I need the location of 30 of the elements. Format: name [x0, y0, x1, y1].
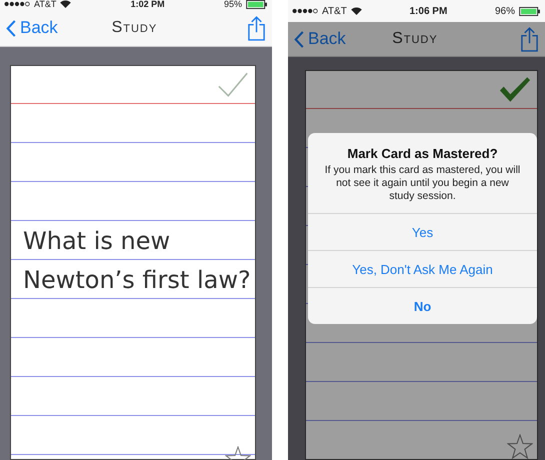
battery-percent: 96% [494, 6, 515, 16]
battery-percent: 95% [224, 0, 242, 9]
back-button[interactable]: Back [290, 29, 350, 49]
question-text: Newton’s first law? [23, 265, 252, 296]
share-icon[interactable] [247, 16, 266, 40]
screen-title: Study [110, 19, 158, 37]
back-button[interactable]: Back [2, 18, 62, 38]
screen-title: Study [391, 30, 439, 48]
alert-button[interactable]: Yes [308, 213, 537, 250]
star-icon[interactable] [507, 434, 533, 459]
chevron-left-icon [6, 20, 16, 36]
carrier-name: AT&T [34, 0, 56, 9]
question-text: What is new [23, 226, 172, 257]
battery-icon [246, 0, 268, 8]
status-time: 1:06 PM [410, 6, 448, 16]
battery-icon [518, 6, 541, 16]
status-time: 1:02 PM [130, 0, 165, 9]
alert-message: If you mark this card as mastered, you will not see it again until you begin a new study session. [324, 164, 522, 204]
signal-icon [4, 1, 30, 7]
share-icon[interactable] [520, 26, 539, 52]
alert-button[interactable]: No [308, 287, 537, 324]
chevron-left-icon [294, 30, 304, 48]
wifi-icon [60, 0, 72, 8]
checkmark-icon[interactable] [217, 71, 249, 98]
signal-icon [292, 8, 318, 14]
alert-title: Mark Card as Mastered? [346, 145, 499, 163]
carrier-name: AT&T [322, 6, 347, 16]
checkmark-icon[interactable] [499, 76, 531, 103]
alert-button[interactable]: Yes, Don't Ask Me Again [308, 250, 537, 287]
wifi-icon [350, 7, 362, 15]
